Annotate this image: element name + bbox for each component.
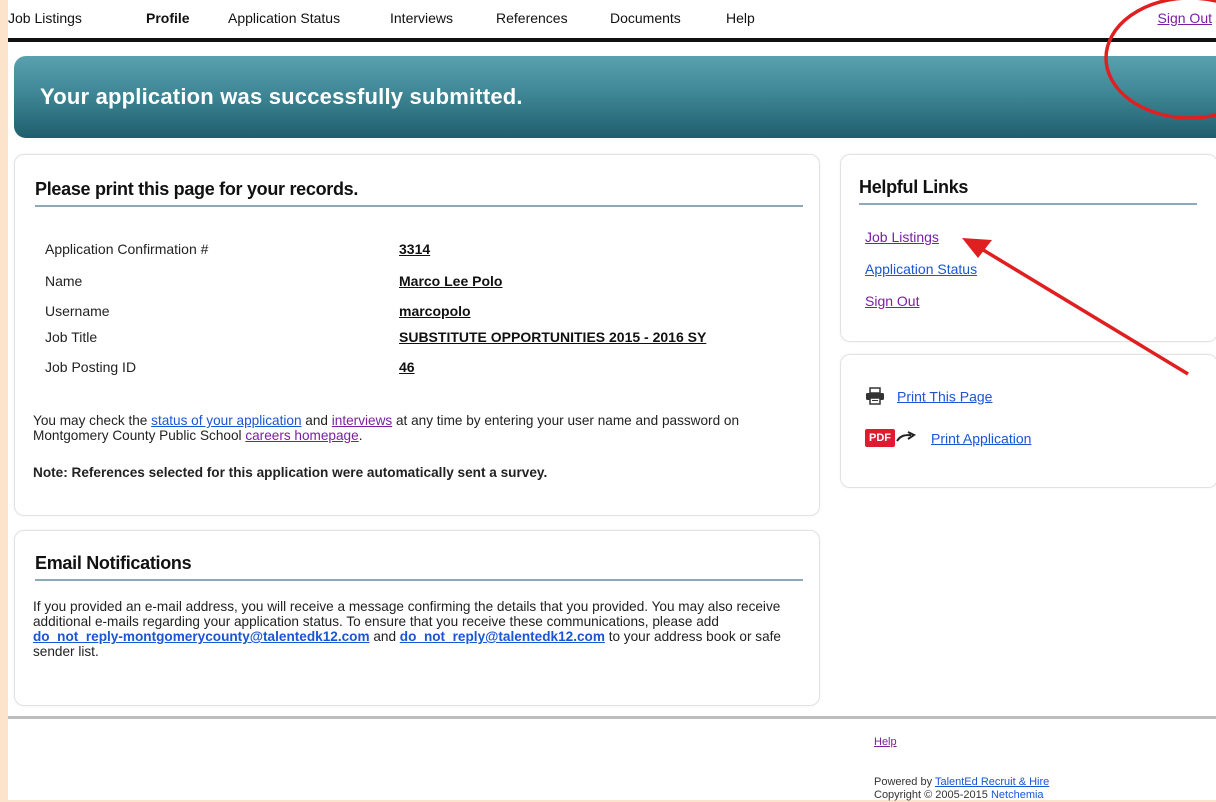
nav-application-status[interactable]: Application Status [228, 10, 340, 26]
name-label: Name [45, 273, 83, 289]
footer-credits: Powered by TalentEd Recruit & Hire Copyr… [874, 776, 1049, 802]
records-divider [35, 205, 803, 207]
email-panel: Email Notifications If you provided an e… [14, 530, 820, 706]
top-nav: Job Listings Profile Application Status … [8, 0, 1216, 42]
copyright-text: Copyright © 2005-2015 [874, 789, 991, 801]
nav-help[interactable]: Help [726, 10, 755, 26]
footer-help-link[interactable]: Help [874, 736, 897, 748]
netchemia-link[interactable]: Netchemia [991, 789, 1044, 801]
printer-icon [866, 387, 884, 406]
info-text-4: . [358, 428, 363, 443]
nav-profile[interactable]: Profile [146, 10, 190, 26]
talented-link[interactable]: TalentEd Recruit & Hire [935, 776, 1049, 788]
nav-sign-out[interactable]: Sign Out [1158, 10, 1212, 26]
page: Job Listings Profile Application Status … [8, 0, 1216, 802]
status-info-text: You may check the status of your applica… [33, 413, 805, 443]
job-posting-id-value: 46 [399, 359, 415, 375]
email-address-2-link[interactable]: do_not_reply@talentedk12.com [400, 629, 605, 644]
name-value: Marco Lee Polo [399, 273, 503, 289]
print-application-row[interactable]: PDF Print Application [865, 429, 1031, 448]
username-label: Username [45, 303, 110, 319]
email-title: Email Notifications [35, 553, 192, 573]
job-title-value: SUBSTITUTE OPPORTUNITIES 2015 - 2016 SY [399, 329, 707, 345]
helpful-application-status-link[interactable]: Application Status [865, 261, 977, 277]
nav-interviews[interactable]: Interviews [390, 10, 453, 26]
print-this-page-link[interactable]: Print This Page [897, 388, 992, 404]
powered-by-text: Powered by [874, 776, 935, 788]
helpful-links-panel: Helpful Links Job Listings Application S… [840, 154, 1216, 342]
email-divider [35, 579, 803, 581]
username-value: marcopolo [399, 303, 471, 319]
nav-documents[interactable]: Documents [610, 10, 681, 26]
info-text-2: and [301, 413, 332, 428]
helpful-sign-out-link[interactable]: Sign Out [865, 293, 919, 309]
pdf-icon: PDF [865, 429, 895, 448]
job-title-label: Job Title [45, 329, 98, 345]
print-panel: Print This Page PDF Print Application [840, 354, 1216, 488]
status-of-application-link[interactable]: status of your application [151, 413, 301, 428]
email-text: If you provided an e-mail address, you w… [33, 599, 807, 659]
success-message: Your application was successfully submit… [40, 84, 523, 109]
footer-divider [8, 716, 1216, 719]
copyright-line: Copyright © 2005-2015 Netchemia [874, 789, 1049, 802]
print-page-row[interactable]: Print This Page [865, 387, 992, 406]
helpful-links-divider [859, 203, 1197, 205]
email-address-1-link[interactable]: do_not_reply-montgomerycounty@talentedk1… [33, 629, 370, 644]
nav-references[interactable]: References [496, 10, 568, 26]
print-application-link[interactable]: Print Application [931, 430, 1031, 446]
email-text-2: and [369, 629, 400, 644]
helpful-job-listings-link[interactable]: Job Listings [865, 229, 939, 245]
job-posting-id-label: Job Posting ID [45, 359, 137, 375]
interviews-link[interactable]: interviews [332, 413, 392, 428]
export-arrow-icon [896, 431, 916, 442]
references-note: Note: References selected for this appli… [33, 465, 548, 480]
nav-job-listings[interactable]: Job Listings [8, 10, 82, 26]
confirmation-value: 3314 [399, 241, 431, 257]
records-panel: Please print this page for your records.… [14, 154, 820, 516]
email-text-1: If you provided an e-mail address, you w… [33, 599, 781, 629]
confirmation-label: Application Confirmation # [45, 241, 209, 257]
records-title: Please print this page for your records. [35, 179, 359, 199]
info-text-1: You may check the [33, 413, 152, 428]
careers-homepage-link[interactable]: careers homepage [245, 428, 358, 443]
success-banner: Your application was successfully submit… [14, 56, 1216, 138]
helpful-links-title: Helpful Links [859, 177, 969, 197]
powered-by-line: Powered by TalentEd Recruit & Hire [874, 776, 1049, 789]
